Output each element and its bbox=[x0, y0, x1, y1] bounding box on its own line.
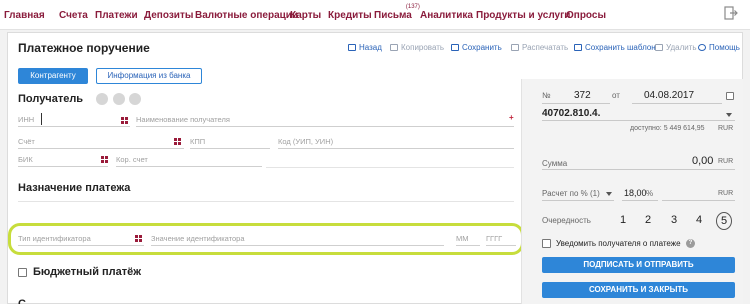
vat-select[interactable]: Расчет по % (1) bbox=[542, 189, 600, 198]
year-field[interactable]: ГГГГ bbox=[486, 232, 516, 246]
save-link[interactable]: Сохранить bbox=[451, 43, 502, 52]
trash-icon bbox=[655, 44, 663, 51]
delete-link[interactable]: Удалить bbox=[655, 43, 697, 52]
payer-account[interactable]: 40702.810.4. bbox=[542, 108, 600, 119]
nav-item-currency-operations[interactable]: Валютные операции bbox=[195, 10, 298, 21]
print-link[interactable]: Распечатать bbox=[511, 43, 568, 52]
exit-icon[interactable] bbox=[724, 6, 738, 20]
number-label: № bbox=[542, 91, 551, 100]
sum-value[interactable]: 0,00 bbox=[692, 155, 713, 167]
available-balance: доступно: 5 449 614,95 bbox=[630, 125, 705, 132]
inn-field[interactable]: ИНН bbox=[18, 113, 130, 127]
payment-order-panel: Платежное поручение Назад Копировать Сох… bbox=[7, 32, 743, 304]
step-circle-1 bbox=[96, 93, 108, 105]
help-icon bbox=[698, 44, 706, 51]
sum-currency: RUR bbox=[718, 158, 734, 165]
budget-checkbox[interactable] bbox=[18, 268, 27, 277]
tab-bank-info[interactable]: Информация из банка bbox=[96, 68, 202, 84]
nav-item-payments[interactable]: Платежи bbox=[95, 10, 138, 21]
copy-icon bbox=[390, 44, 398, 51]
step-circle-2 bbox=[113, 93, 125, 105]
nav-item-deposits[interactable]: Депозиты bbox=[144, 10, 193, 21]
letters-count-badge: (137) bbox=[405, 4, 420, 10]
recipient-title: Получатель bbox=[18, 93, 84, 105]
vat-rate[interactable]: 18,00 bbox=[624, 188, 647, 198]
uip-field[interactable]: Код (УИП, УИН) bbox=[278, 135, 514, 149]
priority-option-2[interactable]: 2 bbox=[640, 212, 656, 228]
date-label: от bbox=[612, 91, 620, 100]
vat-currency: RUR bbox=[718, 190, 734, 197]
nav-item-letters-label: Письма bbox=[374, 10, 412, 21]
question-icon[interactable]: ? bbox=[686, 239, 695, 248]
budget-label: Бюджетный платёж bbox=[33, 266, 142, 278]
notify-label: Уведомить получателя о платеже bbox=[556, 239, 681, 248]
identifier-value-field[interactable]: Значение идентификатора bbox=[151, 232, 444, 246]
kpp-field[interactable]: КПП bbox=[190, 135, 270, 149]
top-navigation: Главная Счета Платежи Депозиты Валютные … bbox=[0, 0, 750, 30]
purpose-text-line bbox=[18, 201, 514, 202]
nav-item-analytics[interactable]: Аналитика bbox=[420, 10, 473, 21]
back-link[interactable]: Назад bbox=[348, 43, 382, 52]
dictionary-icon[interactable] bbox=[174, 138, 181, 145]
nav-item-accounts[interactable]: Счета bbox=[59, 10, 88, 21]
calendar-icon[interactable] bbox=[726, 92, 734, 100]
next-section-title: С bbox=[18, 298, 26, 304]
divider bbox=[266, 167, 514, 168]
copy-link[interactable]: Копировать bbox=[390, 43, 444, 52]
document-date[interactable]: 04.08.2017 bbox=[644, 90, 694, 101]
currency-label: RUR bbox=[718, 125, 734, 132]
underline bbox=[632, 103, 722, 104]
text-cursor bbox=[41, 113, 42, 125]
dictionary-icon[interactable] bbox=[121, 117, 128, 124]
bik-field[interactable]: БИК bbox=[18, 153, 108, 167]
percent-sign: % bbox=[646, 189, 654, 198]
month-field[interactable]: ММ bbox=[456, 232, 480, 246]
notify-checkbox[interactable] bbox=[542, 239, 551, 248]
account-field[interactable]: Счёт bbox=[18, 135, 184, 149]
nav-item-products[interactable]: Продукты и услуги bbox=[476, 10, 570, 21]
details-sidebar: № 372 от 04.08.2017 40702.810.4. доступн… bbox=[521, 79, 743, 304]
tab-counterparty[interactable]: Контрагенту bbox=[18, 68, 88, 84]
sign-and-send-button[interactable]: ПОДПИСАТЬ И ОТПРАВИТЬ bbox=[542, 257, 735, 273]
priority-option-4[interactable]: 4 bbox=[691, 212, 707, 228]
toolbar: Назад Копировать Сохранить Распечатать С… bbox=[348, 43, 744, 55]
nav-item-credits[interactable]: Кредиты bbox=[328, 10, 372, 21]
chevron-down-icon[interactable] bbox=[726, 113, 732, 117]
document-number[interactable]: 372 bbox=[574, 90, 591, 101]
priority-label: Очередность bbox=[542, 216, 591, 225]
underline bbox=[542, 169, 735, 170]
sum-label: Сумма bbox=[542, 159, 568, 168]
underline bbox=[542, 200, 614, 201]
save-and-close-button[interactable]: СОХРАНИТЬ И ЗАКРЫТЬ bbox=[542, 282, 735, 298]
nav-item-surveys[interactable]: Опросы bbox=[566, 10, 606, 21]
priority-option-5[interactable]: 5 bbox=[716, 212, 732, 230]
underline bbox=[662, 200, 735, 201]
nav-item-main[interactable]: Главная bbox=[4, 10, 45, 21]
nav-item-letters[interactable]: Письма (137) bbox=[374, 4, 420, 21]
underline bbox=[542, 120, 735, 121]
corr-account-field[interactable]: Кор. счет bbox=[116, 153, 262, 167]
identifier-type-field[interactable]: Тип идентификатора bbox=[18, 232, 144, 246]
page-title: Платежное поручение bbox=[18, 41, 150, 55]
template-icon bbox=[574, 44, 582, 51]
dictionary-icon[interactable] bbox=[101, 156, 108, 163]
help-link[interactable]: Помощь bbox=[698, 43, 740, 52]
step-circle-3 bbox=[129, 93, 141, 105]
purpose-title: Назначение платежа bbox=[18, 182, 131, 194]
underline bbox=[622, 200, 658, 201]
save-template-link[interactable]: Сохранить шаблон bbox=[574, 43, 656, 52]
underline bbox=[542, 103, 610, 104]
dictionary-icon[interactable] bbox=[135, 235, 142, 242]
required-mark: + bbox=[509, 113, 514, 122]
nav-item-cards[interactable]: Карты bbox=[290, 10, 321, 21]
recipient-name-field[interactable]: Наименование получателя bbox=[136, 113, 514, 127]
chevron-down-icon[interactable] bbox=[606, 192, 612, 196]
back-icon bbox=[348, 44, 356, 51]
priority-option-3[interactable]: 3 bbox=[666, 212, 682, 228]
priority-option-1[interactable]: 1 bbox=[615, 212, 631, 228]
save-icon bbox=[451, 44, 459, 51]
print-icon bbox=[511, 44, 519, 51]
